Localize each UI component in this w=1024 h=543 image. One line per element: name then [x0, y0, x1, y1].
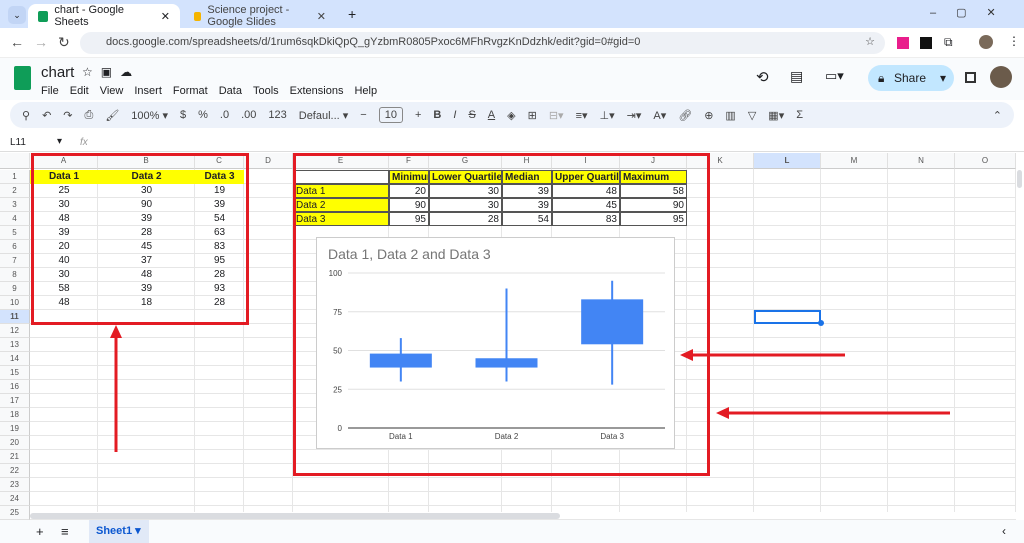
explore-collapse-icon[interactable]: ‹	[1002, 524, 1006, 538]
all-sheets-icon[interactable]: ≡	[61, 524, 69, 539]
sheet-tab-label: Sheet1	[96, 525, 133, 537]
sheet-bar: + ≡ Sheet1 ▾ ‹	[0, 520, 1024, 543]
vertical-scrollbar[interactable]	[1017, 170, 1022, 188]
horizontal-scrollbar[interactable]	[30, 513, 560, 519]
sheet-tab[interactable]: Sheet1 ▾	[89, 520, 149, 543]
annotation-arrows	[110, 325, 950, 452]
add-sheet-button[interactable]: +	[36, 524, 44, 539]
